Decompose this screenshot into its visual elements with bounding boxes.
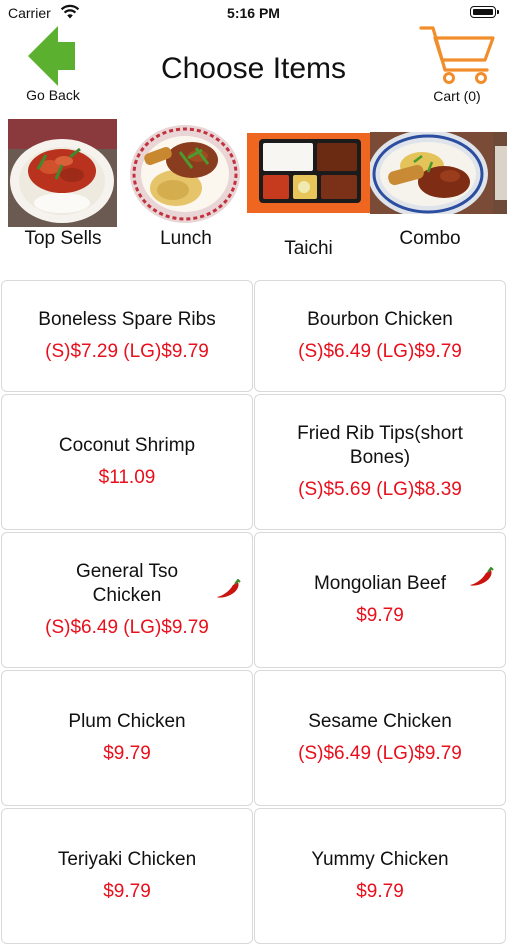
item-name: Yummy Chicken	[311, 849, 449, 870]
item-name: General Tso Chicken	[75, 561, 179, 606]
item-name: Bourbon Chicken	[307, 309, 453, 330]
item-price: (S)$7.29 (LG)$9.79	[45, 341, 209, 362]
menu-item[interactable]: General Tso Chicken (S)$6.49 (LG)$9.79	[1, 532, 253, 668]
menu-item[interactable]: Yummy Chicken $9.79	[254, 808, 506, 944]
menu-item[interactable]: Sesame Chicken (S)$6.49 (LG)$9.79	[254, 670, 506, 806]
menu-item[interactable]: Boneless Spare Ribs (S)$7.29 (LG)$9.79	[1, 280, 253, 392]
battery-icon	[470, 6, 499, 18]
item-name: Fried Rib Tips(short Bones)	[297, 423, 463, 468]
partial-category-image	[493, 132, 507, 214]
item-price: $11.09	[98, 467, 156, 488]
item-name: Boneless Spare Ribs	[38, 309, 216, 330]
lunch-image	[128, 122, 242, 226]
category-top-sells[interactable]: Top Sells	[8, 116, 118, 266]
item-price: (S)$6.49 (LG)$9.79	[45, 617, 209, 638]
cart-button[interactable]: Cart (0)	[412, 24, 502, 106]
shopping-cart-icon	[419, 26, 495, 84]
category-partial[interactable]	[493, 116, 507, 266]
item-name: Mongolian Beef	[313, 573, 447, 594]
category-label: Top Sells	[24, 228, 102, 249]
top-sells-image	[8, 119, 117, 227]
item-name: Coconut Shrimp	[58, 435, 196, 456]
item-name: Sesame Chicken	[308, 711, 452, 732]
category-combo[interactable]: Combo	[370, 116, 493, 266]
item-price: (S)$6.49 (LG)$9.79	[298, 743, 462, 764]
menu-item[interactable]: Teriyaki Chicken $9.79	[1, 808, 253, 944]
menu-item[interactable]: Mongolian Beef $9.79	[254, 532, 506, 668]
item-price: $9.79	[356, 881, 404, 902]
taichi-image	[247, 133, 370, 213]
nav-bar: Go Back Choose Items Cart (0)	[0, 24, 507, 108]
category-label: Combo	[399, 228, 461, 249]
menu-item[interactable]: Bourbon Chicken (S)$6.49 (LG)$9.79	[254, 280, 506, 392]
combo-image	[370, 132, 493, 214]
cart-label: Cart (0)	[433, 88, 481, 104]
item-price: $9.79	[103, 881, 151, 902]
item-price: $9.79	[103, 743, 151, 764]
menu-item[interactable]: Plum Chicken $9.79	[1, 670, 253, 806]
clock: 5:16 PM	[227, 5, 280, 21]
item-price: $9.79	[356, 605, 404, 626]
category-lunch[interactable]: Lunch	[128, 116, 244, 266]
category-label: Taichi	[284, 238, 333, 259]
menu-item[interactable]: Coconut Shrimp $11.09	[1, 394, 253, 530]
go-back-label: Go Back	[26, 87, 80, 103]
item-price: (S)$6.49 (LG)$9.79	[298, 341, 462, 362]
menu-item[interactable]: Fried Rib Tips(short Bones) (S)$5.69 (LG…	[254, 394, 506, 530]
category-label: Lunch	[160, 228, 212, 249]
item-name: Plum Chicken	[68, 711, 186, 732]
item-price: (S)$5.69 (LG)$8.39	[298, 479, 462, 500]
item-name: Teriyaki Chicken	[57, 849, 197, 870]
category-taichi[interactable]: Taichi	[247, 116, 370, 266]
category-strip: Top Sells Lunch Taichi Combo	[0, 116, 507, 266]
